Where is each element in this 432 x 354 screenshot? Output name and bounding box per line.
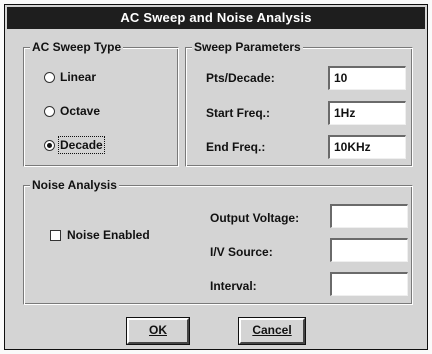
radio-decade-indicator[interactable] xyxy=(44,139,55,151)
cancel-button[interactable]: Cancel xyxy=(238,317,306,345)
noise-analysis-legend: Noise Analysis xyxy=(30,177,119,193)
noise-analysis-group: Noise Analysis Noise Enabled Output Volt… xyxy=(23,177,413,305)
radio-octave-label: Octave xyxy=(60,104,101,118)
radio-linear[interactable]: Linear xyxy=(44,70,96,84)
dialog-title: AC Sweep and Noise Analysis xyxy=(7,7,425,29)
radio-decade[interactable]: Decade xyxy=(44,136,105,154)
iv-source-field[interactable] xyxy=(330,238,408,262)
output-voltage-label: Output Voltage: xyxy=(210,211,300,225)
radio-octave-indicator[interactable] xyxy=(44,105,55,117)
noise-enabled-checkbox[interactable]: Noise Enabled xyxy=(50,228,150,242)
ac-sweep-type-group: AC Sweep Type Linear Octave Decade xyxy=(23,39,179,167)
end-freq-field[interactable]: 10KHz xyxy=(328,135,406,159)
output-voltage-field[interactable] xyxy=(330,204,408,228)
radio-linear-indicator[interactable] xyxy=(44,71,55,83)
radio-octave[interactable]: Octave xyxy=(44,104,100,118)
ok-button-label: OK xyxy=(149,323,167,337)
ac-sweep-type-legend: AC Sweep Type xyxy=(30,39,124,55)
pts-decade-label: Pts/Decade: xyxy=(206,71,275,85)
noise-enabled-label: Noise Enabled xyxy=(67,228,150,242)
interval-label: Interval: xyxy=(210,279,257,293)
pts-decade-field[interactable]: 10 xyxy=(328,66,406,90)
sweep-parameters-group: Sweep Parameters Pts/Decade: 10 Start Fr… xyxy=(185,39,413,167)
start-freq-label: Start Freq.: xyxy=(206,106,271,120)
radio-decade-label: Decade xyxy=(58,136,105,154)
iv-source-label: I/V Source: xyxy=(210,245,273,259)
start-freq-field[interactable]: 1Hz xyxy=(328,101,406,125)
interval-field[interactable] xyxy=(330,272,408,296)
end-freq-label: End Freq.: xyxy=(206,140,266,154)
radio-linear-label: Linear xyxy=(60,70,97,84)
noise-enabled-box[interactable] xyxy=(50,229,61,241)
ok-button[interactable]: OK xyxy=(126,317,190,345)
sweep-parameters-legend: Sweep Parameters xyxy=(192,39,303,55)
dialog-window: AC Sweep and Noise Analysis AC Sweep Typ… xyxy=(4,4,428,350)
cancel-button-label: Cancel xyxy=(252,323,292,337)
